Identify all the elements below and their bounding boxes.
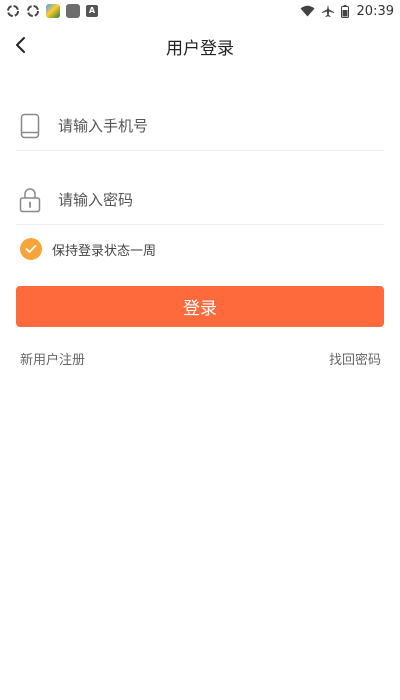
login-button[interactable]: 登录: [16, 286, 384, 327]
game-app-icon: [46, 4, 60, 18]
check-circle-icon: [20, 238, 42, 260]
airplane-icon: [321, 4, 335, 18]
status-right-icons: 20:39: [300, 4, 394, 19]
password-input[interactable]: [58, 191, 384, 209]
phone-input[interactable]: [58, 117, 384, 135]
header: 用户登录: [0, 22, 400, 70]
keep-login-checkbox[interactable]: 保持登录状态一周: [20, 236, 156, 262]
keep-login-label: 保持登录状态一周: [52, 243, 157, 259]
password-field-row: [16, 176, 384, 225]
status-bar: A 20:39: [0, 0, 400, 22]
status-time: 20:39: [356, 3, 394, 19]
forgot-password-link[interactable]: 找回密码: [329, 349, 381, 368]
sync-icon: [6, 4, 20, 18]
lock-icon: [16, 186, 44, 214]
wifi-icon: [300, 5, 315, 17]
app-icon: [66, 4, 80, 18]
register-link[interactable]: 新用户注册: [20, 349, 85, 368]
phone-field-row: [16, 102, 384, 151]
sync-icon: [26, 4, 40, 18]
page-title: 用户登录: [166, 39, 234, 59]
status-left-icons: A: [6, 4, 98, 18]
a-badge-icon: A: [86, 5, 98, 17]
phone-icon: [16, 112, 44, 140]
battery-icon: [340, 4, 349, 18]
